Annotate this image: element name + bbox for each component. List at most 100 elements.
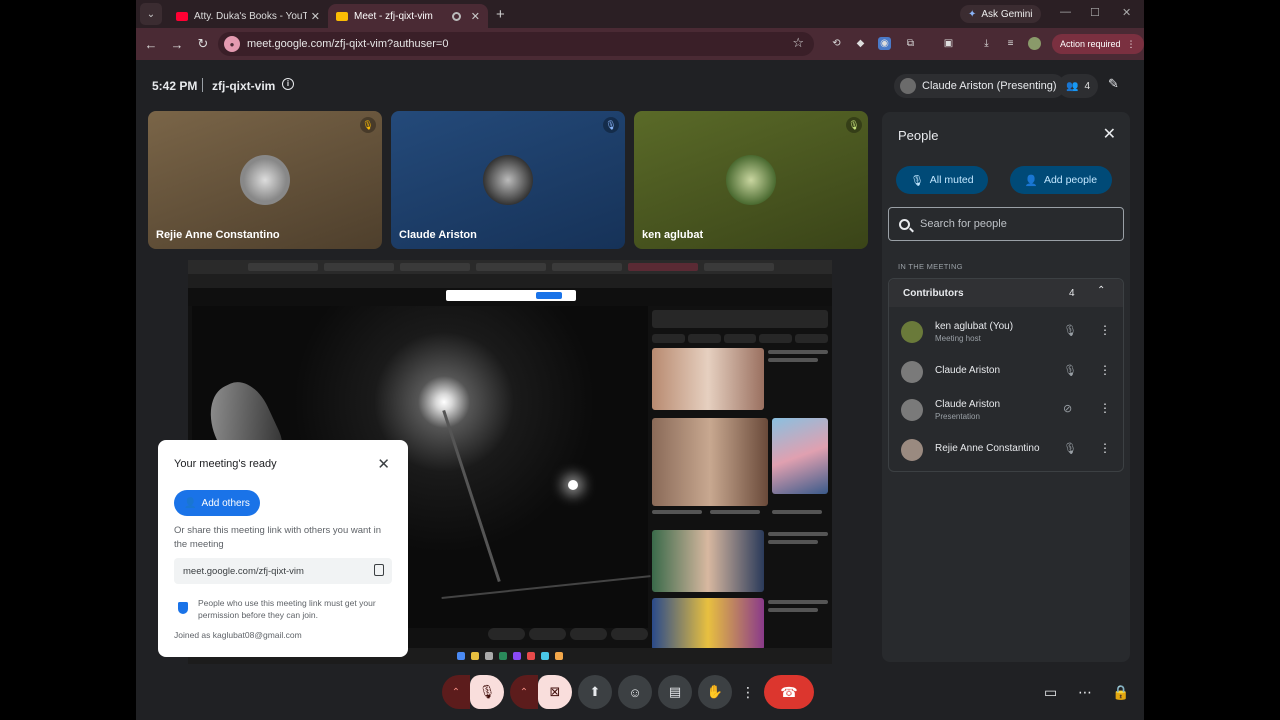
download-icon[interactable]: ⤓ [980, 37, 993, 50]
mic-off-button[interactable]: 🎙 [470, 675, 504, 709]
camera-off-button[interactable]: ⊠ [538, 675, 572, 709]
minimize-icon[interactable]: — [1060, 6, 1071, 18]
search-people-input[interactable]: Search for people [888, 207, 1124, 241]
shared-addressbar [188, 274, 832, 288]
presentation-off-icon[interactable]: ⊘ [1063, 402, 1072, 415]
tab-title: Meet - zfj-qixt-vim [354, 10, 433, 22]
back-icon[interactable]: ← [138, 37, 164, 52]
browser-window: ⌄ Atty. Duka's Books - YouTube ✕ Meet - … [136, 0, 1144, 720]
extension-icon[interactable]: ◆ [854, 37, 867, 50]
shield-icon [178, 602, 188, 614]
group-label: Contributors [903, 288, 964, 299]
presenting-chip[interactable]: Claude Ariston (Presenting) [894, 74, 1065, 98]
mic-off-icon[interactable]: 🎙 [1063, 364, 1077, 377]
participant-name: Claude Ariston [399, 229, 477, 241]
participant-tile[interactable]: 🎙 Claude Ariston [391, 111, 625, 249]
tab-meet[interactable]: Meet - zfj-qixt-vim ✕ [328, 4, 488, 28]
avatar [901, 361, 923, 383]
ask-gemini-label: Ask Gemini [981, 8, 1033, 20]
captions-button[interactable]: ▤ [658, 675, 692, 709]
close-icon[interactable]: ✕ [1103, 124, 1116, 144]
forward-icon[interactable]: → [164, 37, 190, 52]
chat-icon[interactable]: ▭ [1044, 684, 1057, 701]
dialog-title: Your meeting's ready [174, 458, 277, 470]
presenter-avatar [900, 78, 916, 94]
puzzle-icon[interactable]: ⧉ [904, 37, 917, 50]
avatar [901, 321, 923, 343]
panel-title: People [898, 128, 939, 143]
more-options-icon[interactable]: ⋮ [1099, 441, 1111, 455]
contributors-header[interactable]: Contributors 4 ⌃ [889, 279, 1123, 307]
avatar [483, 155, 533, 205]
site-info-icon[interactable]: ● [224, 36, 240, 52]
people-panel: People ✕ 🎙 All muted 👤 Add people Search… [882, 112, 1130, 662]
url-text: meet.google.com/zfj-qixt-vim?authuser=0 [247, 38, 449, 50]
copy-icon[interactable] [374, 564, 384, 576]
participant-row[interactable]: Claude Ariston Presentation ⊘ ⋮ [889, 391, 1123, 427]
address-bar: ← → ↻ ● meet.google.com/zfj-qixt-vim?aut… [136, 28, 1144, 60]
call-controls: ⌃ 🎙 ⌃ ⊠ ⬆ ☺ ▤ ✋ ⋮ ☎ [442, 675, 814, 709]
meeting-link: meet.google.com/zfj-qixt-vim [183, 565, 304, 577]
add-others-button[interactable]: 👤 Add others [174, 490, 260, 516]
gemini-icon: ✦ [968, 8, 977, 20]
close-icon[interactable]: ✕ [377, 455, 390, 473]
participant-name: ken aglubat (You) [935, 321, 1014, 332]
add-people-button[interactable]: 👤 Add people [1010, 166, 1112, 194]
extension-icon[interactable]: ⟲ [830, 37, 843, 50]
url-field[interactable]: ● meet.google.com/zfj-qixt-vim?authuser=… [218, 32, 814, 56]
reload-icon[interactable]: ↻ [190, 36, 216, 52]
profile-avatar[interactable] [1028, 37, 1041, 50]
add-others-label: Add others [201, 497, 250, 509]
sharing-banner [446, 290, 576, 301]
raise-hand-button[interactable]: ✋ [698, 675, 732, 709]
window-close-icon[interactable]: ✕ [1122, 6, 1131, 19]
participant-row[interactable]: Claude Ariston 🎙 ⋮ [889, 353, 1123, 389]
info-icon[interactable]: i [282, 78, 294, 90]
participant-row[interactable]: ken aglubat (You) Meeting host 🎙 ⋮ [889, 313, 1123, 349]
add-person-icon: 👤 [1024, 174, 1038, 187]
participant-role: Presentation [935, 412, 980, 421]
presenting-label: Claude Ariston (Presenting) [922, 80, 1057, 92]
tab-youtube[interactable]: Atty. Duka's Books - YouTube ✕ [168, 4, 328, 28]
more-options-icon[interactable]: ⋮ [1099, 363, 1111, 377]
mic-options-chevron-icon[interactable]: ⌃ [442, 675, 470, 709]
close-tab-icon[interactable]: ✕ [471, 10, 480, 23]
sidebar-icon[interactable]: ▣ [942, 37, 955, 50]
maximize-icon[interactable]: ☐ [1090, 6, 1100, 19]
all-muted-button[interactable]: 🎙 All muted [896, 166, 988, 194]
participants-button[interactable]: 👥 4 [1058, 74, 1098, 98]
shared-recommendations [652, 310, 828, 650]
more-options-button[interactable]: ⋮ [738, 684, 758, 701]
emoji-button[interactable]: ☺ [618, 675, 652, 709]
action-required-button[interactable]: Action required ⋮ [1052, 34, 1144, 54]
mic-off-icon[interactable]: 🎙 [1063, 324, 1077, 337]
media-icon[interactable]: ≡ [1004, 37, 1017, 50]
tab-search-button[interactable]: ⌄ [140, 3, 162, 25]
participant-name: Claude Ariston [935, 365, 1001, 376]
mic-off-icon: 🎙 [846, 117, 862, 133]
bookmark-star-icon[interactable]: ☆ [792, 35, 804, 51]
present-screen-button[interactable]: ⬆ [578, 675, 612, 709]
mic-off-icon: 🎙 [603, 117, 619, 133]
ask-gemini-button[interactable]: ✦ Ask Gemini [960, 5, 1041, 23]
more-options-icon[interactable]: ⋮ [1099, 323, 1111, 337]
activities-icon[interactable]: ⋯ [1078, 684, 1092, 701]
mic-off-icon: 🎙 [910, 174, 924, 187]
host-controls-icon[interactable]: 🔒 [1112, 684, 1129, 701]
new-tab-icon[interactable]: + [496, 6, 505, 23]
pen-icon[interactable]: ✎ [1108, 76, 1119, 92]
meet-page: 5:42 PM zfj-qixt-vim i Claude Ariston (P… [136, 60, 1144, 720]
mic-off-icon: 🎙 [360, 117, 376, 133]
extension-icon[interactable]: ◉ [878, 37, 891, 50]
mic-off-icon[interactable]: 🎙 [1063, 442, 1077, 455]
camera-options-chevron-icon[interactable]: ⌃ [510, 675, 538, 709]
participant-tile[interactable]: 🎙 ken aglubat [634, 111, 868, 249]
participant-tile[interactable]: 🎙 Rejie Anne Constantino [148, 111, 382, 249]
group-count: 4 [1069, 288, 1075, 299]
close-tab-icon[interactable]: ✕ [311, 10, 320, 23]
leave-call-button[interactable]: ☎ [764, 675, 814, 709]
more-options-icon[interactable]: ⋮ [1099, 401, 1111, 415]
participant-name: Rejie Anne Constantino [156, 229, 280, 241]
share-description: Or share this meeting link with others y… [174, 525, 381, 550]
participant-row[interactable]: Rejie Anne Constantino 🎙 ⋮ [889, 431, 1123, 467]
